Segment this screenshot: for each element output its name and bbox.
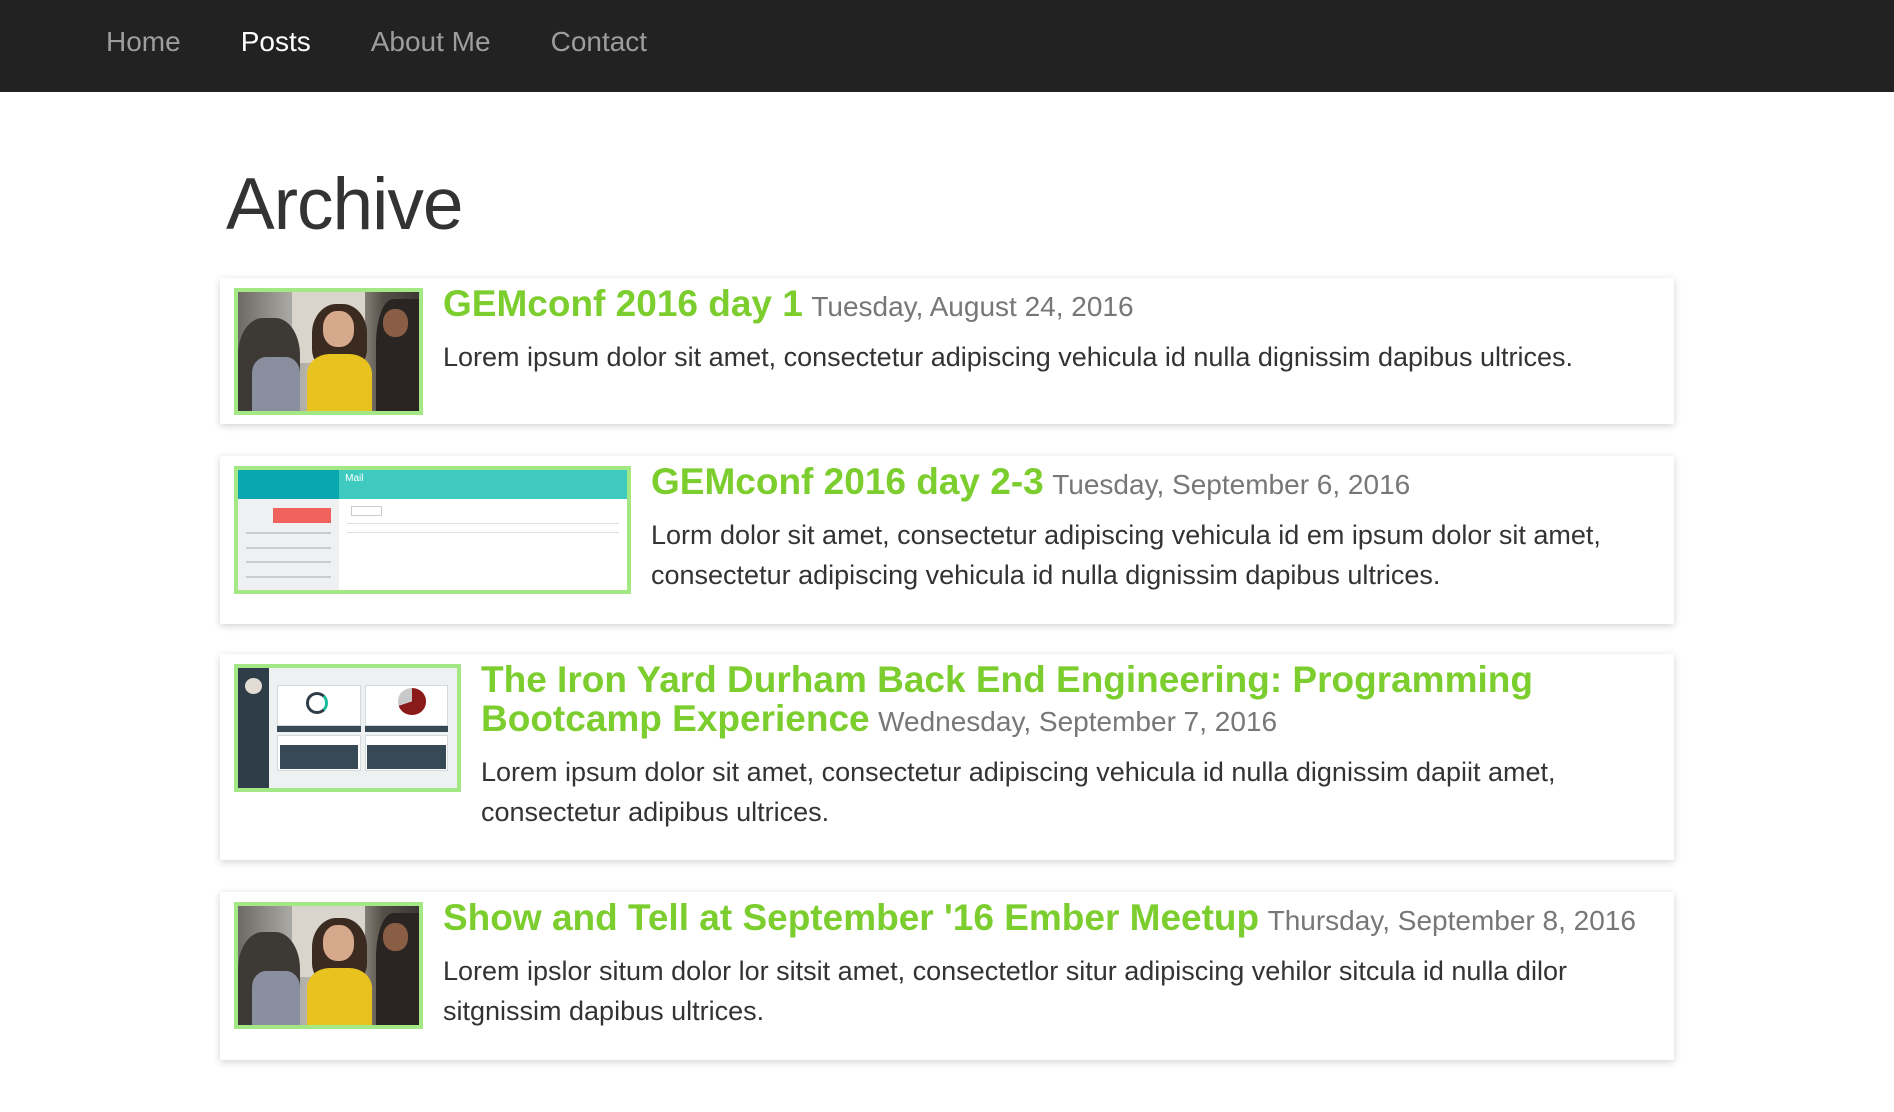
- post-date: Tuesday, August 24, 2016: [811, 291, 1134, 322]
- post-card: GEMconf 2016 day 1 Tuesday, August 24, 2…: [220, 278, 1674, 424]
- post-title-link[interactable]: GEMconf 2016 day 1: [443, 283, 803, 324]
- post-thumbnail[interactable]: [234, 902, 423, 1029]
- conference-photo: [238, 292, 419, 411]
- post-heading: Show and Tell at September '16 Ember Mee…: [443, 898, 1656, 937]
- nav-item-home[interactable]: Home: [106, 28, 181, 64]
- post-thumbnail[interactable]: [234, 664, 461, 792]
- nav-item-about-me[interactable]: About Me: [371, 28, 491, 64]
- nav-menu: Home Posts About Me Contact: [106, 0, 707, 92]
- page-title: Archive: [226, 164, 463, 245]
- post-excerpt: Lorem ipslor situm dolor lor sitsit amet…: [443, 956, 1567, 1026]
- post-excerpt: Lorm dolor sit amet, consectetur adipisc…: [651, 520, 1601, 590]
- post-thumbnail[interactable]: Mail: [234, 466, 631, 594]
- post-heading: The Iron Yard Durham Back End Engineerin…: [481, 660, 1656, 738]
- mail-app-screenshot: Mail: [238, 470, 627, 590]
- post-body: GEMconf 2016 day 2-3 Tuesday, September …: [651, 462, 1656, 595]
- post-heading: GEMconf 2016 day 2-3 Tuesday, September …: [651, 462, 1656, 501]
- post-heading: GEMconf 2016 day 1 Tuesday, August 24, 2…: [443, 284, 1656, 323]
- post-card: Show and Tell at September '16 Ember Mee…: [220, 892, 1674, 1060]
- post-excerpt: Lorem ipsum dolor sit amet, consectetur …: [443, 342, 1574, 372]
- post-title-link[interactable]: Show and Tell at September '16 Ember Mee…: [443, 897, 1259, 938]
- post-date: Thursday, September 8, 2016: [1267, 905, 1636, 936]
- post-date: Wednesday, September 7, 2016: [878, 706, 1278, 737]
- post-body: Show and Tell at September '16 Ember Mee…: [443, 898, 1656, 1031]
- conference-photo: [238, 906, 419, 1025]
- post-excerpt: Lorem ipsum dolor sit amet, consectetur …: [481, 757, 1556, 827]
- mail-header-label: Mail: [345, 473, 364, 484]
- nav-item-posts[interactable]: Posts: [241, 28, 311, 64]
- post-date: Tuesday, September 6, 2016: [1052, 469, 1411, 500]
- nav-item-contact[interactable]: Contact: [551, 28, 648, 64]
- post-body: The Iron Yard Durham Back End Engineerin…: [481, 660, 1656, 832]
- post-card: The Iron Yard Durham Back End Engineerin…: [220, 654, 1674, 860]
- post-thumbnail[interactable]: [234, 288, 423, 415]
- post-body: GEMconf 2016 day 1 Tuesday, August 24, 2…: [443, 284, 1656, 377]
- top-navbar: Home Posts About Me Contact: [0, 0, 1894, 92]
- post-title-link[interactable]: GEMconf 2016 day 2-3: [651, 461, 1044, 502]
- post-card: Mail GEMconf 2016 day 2-3 Tuesday, Septe…: [220, 456, 1674, 624]
- dashboard-screenshot: [238, 668, 457, 788]
